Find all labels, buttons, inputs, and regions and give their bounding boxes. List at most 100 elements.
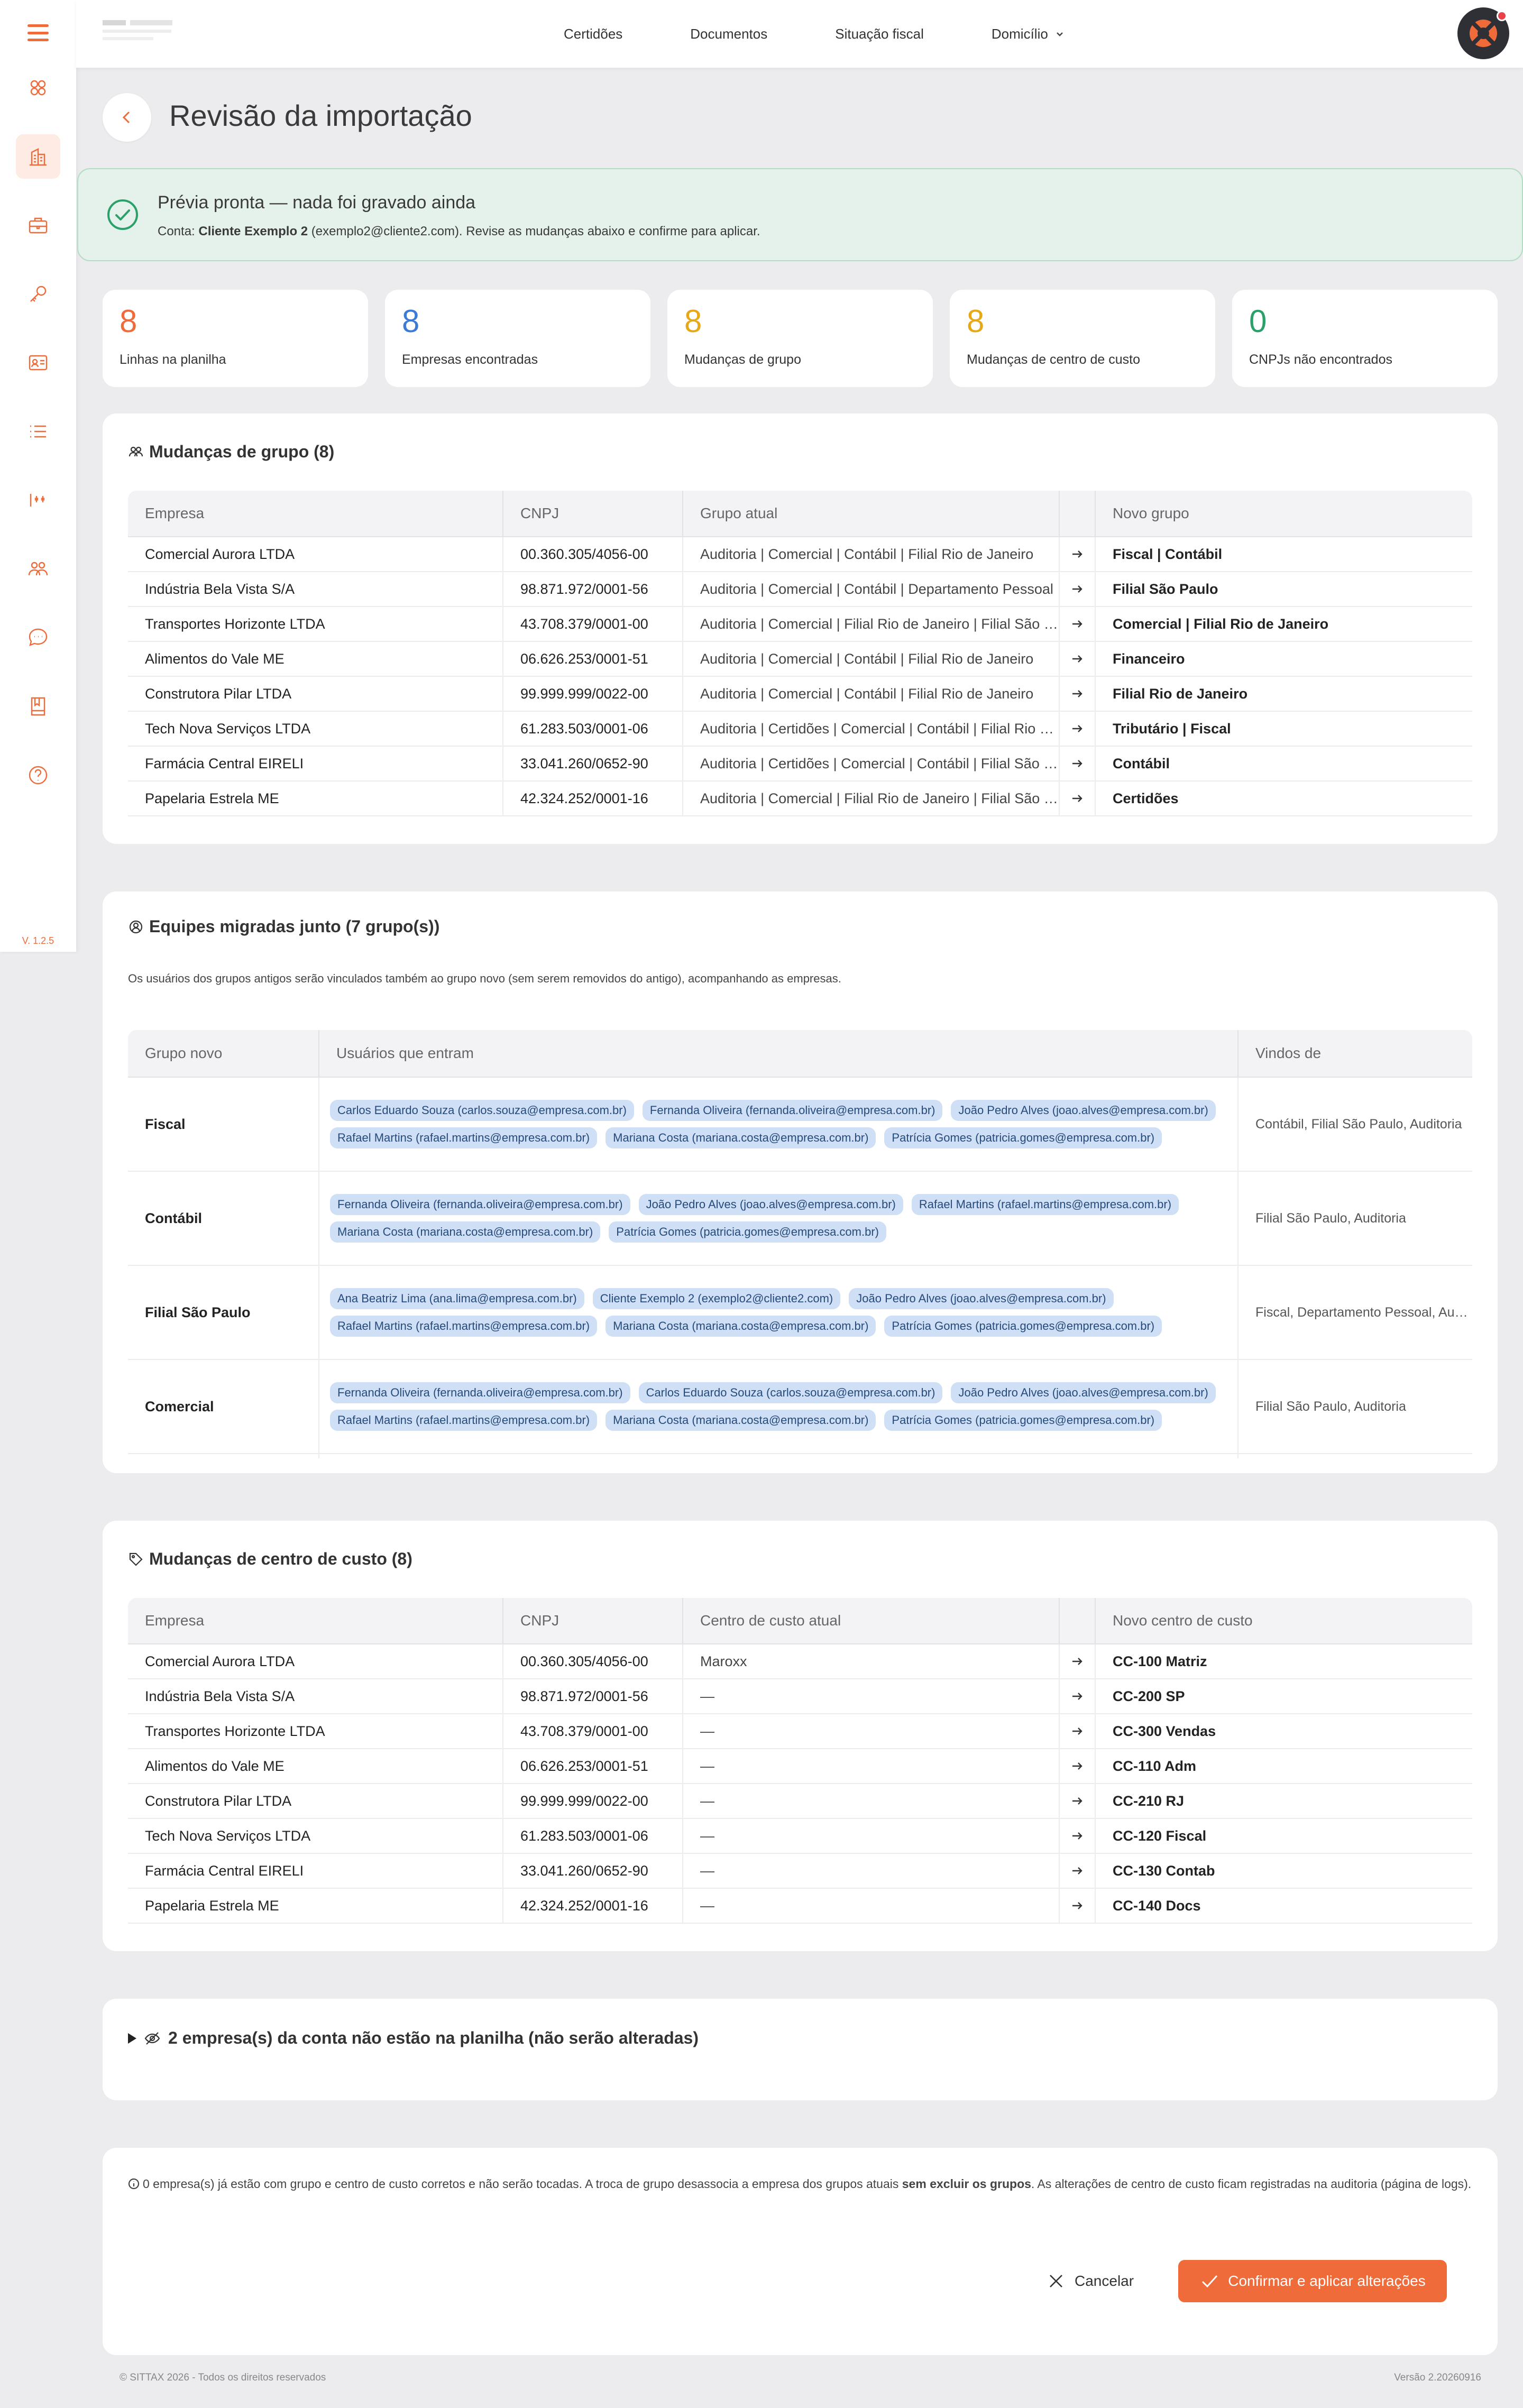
key-icon — [30, 286, 47, 302]
briefcase-icon — [29, 217, 48, 234]
column-header: Empresa — [128, 491, 503, 536]
sidebar-item-building[interactable] — [16, 134, 60, 179]
user-chip: Carlos Eduardo Souza (carlos.souza@empre… — [330, 1100, 634, 1121]
new-value-cell: CC-120 Fiscal — [1113, 1827, 1207, 1844]
user-chip: Patrícia Gomes (patricia.gomes@empresa.c… — [884, 1316, 1162, 1337]
arrow-right-icon — [1072, 655, 1082, 663]
arrow-cell — [1060, 642, 1096, 676]
nav-situacao-fiscal[interactable]: Situação fiscal — [835, 26, 924, 42]
column-header: CNPJ — [503, 491, 683, 536]
column-header — [1060, 1598, 1096, 1643]
building-icon — [30, 148, 47, 166]
new-value-cell: Contábil — [1113, 755, 1170, 771]
new-value-cell: Filial Rio de Janeiro — [1113, 685, 1248, 702]
new-value-cell: Tributário | Fiscal — [1113, 720, 1231, 737]
current-value-cell: Auditoria | Comercial | Filial Rio de Ja… — [683, 607, 1060, 641]
users-cell: Fernanda Oliveira (fernanda.oliveira@emp… — [319, 1360, 1238, 1453]
stat-label: Linhas na planilha — [120, 352, 226, 367]
sidebar-item-book[interactable] — [16, 684, 60, 729]
arrow-right-icon — [1072, 1762, 1082, 1770]
company-cell: Comercial Aurora LTDA — [128, 537, 503, 571]
brand-logo[interactable] — [103, 18, 175, 50]
not-in-sheet-card[interactable]: 2 empresa(s) da conta não estão na plani… — [103, 1999, 1498, 2100]
sidebar-item-key[interactable] — [16, 272, 60, 316]
arrow-cell — [1060, 1679, 1096, 1713]
chevron-down-icon — [1056, 32, 1063, 36]
alert-account: Cliente Exemplo 2 — [198, 224, 308, 238]
support-avatar[interactable] — [1457, 7, 1509, 59]
arrow-cell — [1060, 1784, 1096, 1818]
current-value-cell: Auditoria | Certidões | Comercial | Cont… — [683, 712, 1060, 746]
sidebar-item-chat[interactable] — [16, 615, 60, 660]
cnpj-cell: 61.283.503/0001-06 — [503, 1819, 683, 1853]
cost-center-title: Mudanças de centro de custo (8) — [128, 1549, 412, 1569]
confirm-button[interactable]: Confirmar e aplicar alterações — [1178, 2260, 1447, 2302]
arrow-cell — [1060, 572, 1096, 606]
company-cell: Indústria Bela Vista S/A — [128, 1679, 503, 1713]
cancel-button[interactable]: Cancelar — [1047, 2260, 1134, 2302]
teams-card: Equipes migradas junto (7 grupo(s)) Os u… — [103, 891, 1498, 1473]
company-cell: Transportes Horizonte LTDA — [128, 1714, 503, 1748]
arrow-cell — [1060, 747, 1096, 780]
company-cell: Farmácia Central EIRELI — [128, 1854, 503, 1888]
teams-table-scroll[interactable]: Grupo novo Usuários que entram Vindos de Fi… — [128, 1030, 1472, 1458]
arrow-right-icon — [1072, 620, 1082, 628]
table-row: Papelaria Estrela ME 42.324.252/0001-16— C… — [128, 1889, 1472, 1924]
sidebar-version: V. 1.2.5 — [22, 935, 54, 946]
cost-center-table: Empresa CNPJ Centro de custo atual Novo cen… — [128, 1598, 1472, 1924]
new-value-cell: CC-130 Contab — [1113, 1862, 1215, 1879]
user-chip: Mariana Costa (mariana.costa@empresa.com… — [605, 1410, 876, 1431]
user-chip: Carlos Eduardo Souza (carlos.souza@empre… — [638, 1382, 943, 1403]
nav-certidoes[interactable]: Certidões — [564, 26, 622, 42]
table-row: Alimentos do Vale ME 06.626.253/0001-51— C… — [128, 1749, 1472, 1784]
sidebar-item-users[interactable] — [16, 547, 60, 591]
close-icon — [1050, 2275, 1062, 2287]
group-cell: Filial São Paulo — [128, 1266, 319, 1359]
arrow-cell — [1060, 1644, 1096, 1678]
current-value-cell: Maroxx — [683, 1644, 1060, 1678]
chevron-left-icon — [122, 111, 130, 124]
nav-documentos[interactable]: Documentos — [690, 26, 767, 42]
users-cell: Ana Beatriz Lima (ana.lima@empresa.com.b… — [319, 1266, 1238, 1359]
not-in-sheet-toggle[interactable]: 2 empresa(s) da conta não estão na plani… — [128, 2028, 699, 2048]
sidebar-item-list[interactable] — [16, 409, 60, 454]
table-row: Transportes Horizonte LTDA 43.708.379/000… — [128, 1714, 1472, 1749]
new-value-cell: Financeiro — [1113, 650, 1185, 667]
password-icon — [30, 494, 45, 507]
table-row: Fernanda Oliveira (fernanda.oliveira@emp… — [128, 1454, 1472, 1458]
arrow-cell — [1060, 537, 1096, 571]
current-value-cell: Auditoria | Comercial | Contábil | Filia… — [683, 677, 1060, 711]
user-chip: Mariana Costa (mariana.costa@empresa.com… — [605, 1316, 876, 1337]
topbar: Certidões Documentos Situação fiscal Dom… — [76, 0, 1523, 68]
sidebar-item-password[interactable] — [16, 478, 60, 522]
sidebar-item-id-card[interactable] — [16, 341, 60, 385]
sidebar-item-briefcase[interactable] — [16, 203, 60, 247]
cnpj-cell: 00.360.305/4056-00 — [503, 1644, 683, 1678]
new-value-cell: CC-100 Matriz — [1113, 1653, 1207, 1669]
arrow-right-icon — [1072, 550, 1082, 558]
company-cell: Comercial Aurora LTDA — [128, 1644, 503, 1678]
user-chip: João Pedro Alves (joao.alves@empresa.com… — [849, 1288, 1114, 1309]
table-row: Indústria Bela Vista S/A 98.871.972/0001-… — [128, 572, 1472, 607]
stats-row: 8 Linhas na planilha 8 Empresas encontradas… — [103, 290, 1498, 387]
users-icon — [129, 446, 143, 456]
column-header: Usuários que entram — [319, 1030, 1238, 1077]
arrow-cell — [1060, 1889, 1096, 1923]
sidebar-item-help[interactable] — [16, 753, 60, 797]
stat-value: 0 — [1249, 304, 1267, 339]
top-nav: Certidões Documentos Situação fiscal Dom… — [564, 0, 1065, 68]
new-value-cell: CC-210 RJ — [1113, 1793, 1185, 1809]
group-changes-title: Mudanças de grupo (8) — [128, 442, 334, 462]
from-cell — [1238, 1454, 1472, 1458]
back-button[interactable] — [103, 93, 151, 142]
sidebar-item-grid[interactable] — [16, 66, 60, 110]
user-chip: João Pedro Alves (joao.alves@empresa.com… — [638, 1194, 903, 1215]
arrow-right-icon — [1072, 1867, 1082, 1874]
eye-off-icon — [144, 2032, 160, 2045]
current-value-cell: — — [683, 1784, 1060, 1818]
company-cell: Tech Nova Serviços LTDA — [128, 1819, 503, 1853]
stat-label: Empresas encontradas — [402, 352, 538, 367]
table-header: Empresa CNPJ Centro de custo atual Novo cen… — [128, 1598, 1472, 1644]
hamburger-menu-icon[interactable] — [22, 21, 54, 44]
nav-domicilio[interactable]: Domicílio — [992, 26, 1065, 42]
